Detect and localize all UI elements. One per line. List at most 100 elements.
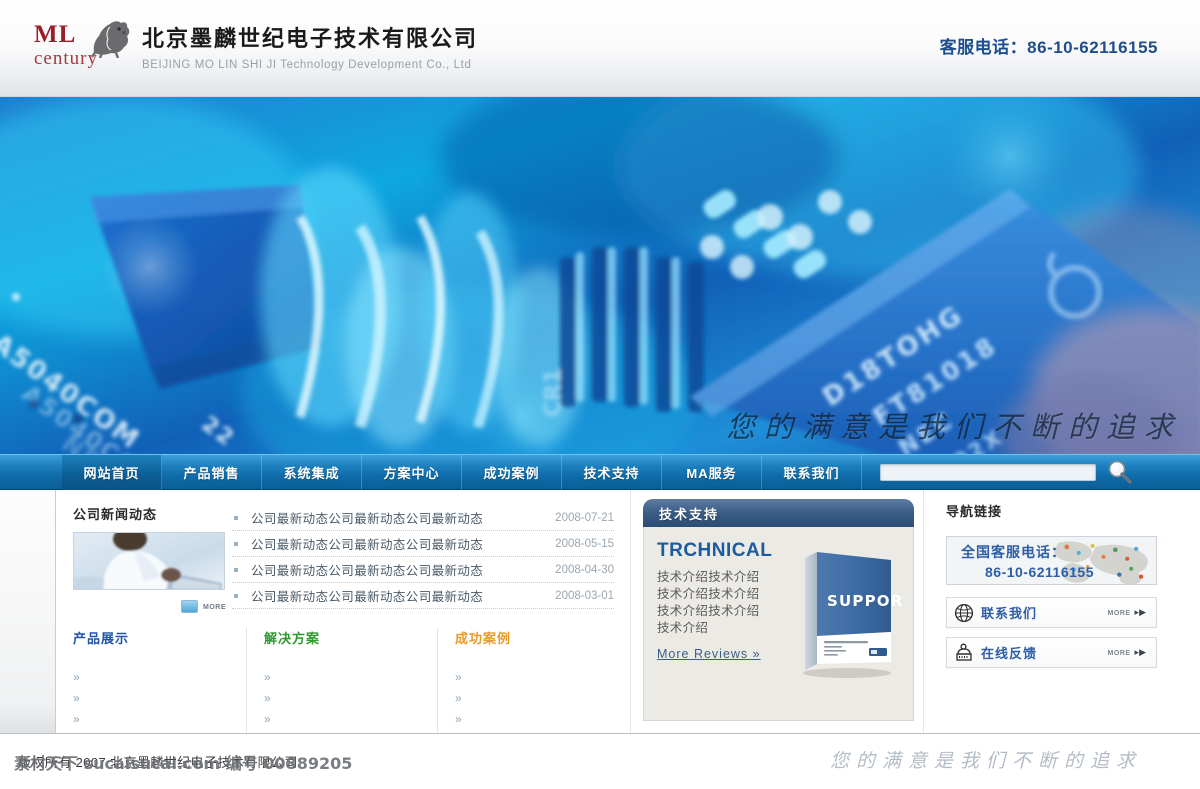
tech-support-header: 技术支持 bbox=[643, 499, 914, 527]
news-heading: 公司新闻动态 bbox=[73, 507, 158, 522]
search-input[interactable] bbox=[880, 464, 1096, 481]
sidebar-item-label: 在线反馈 bbox=[981, 646, 1038, 661]
hotline-label: 全国客服电话： bbox=[961, 543, 1066, 560]
globe-icon bbox=[947, 603, 981, 623]
column-link[interactable]: » bbox=[264, 667, 429, 688]
column-link[interactable]: » bbox=[73, 667, 238, 688]
news-column: 公司新闻动态 more 公司最新动态公司最新动态公司最新动态 2008-07-2… bbox=[56, 490, 631, 736]
sidebar-item-online-feedback[interactable]: 在线反馈 more ▸▶ bbox=[946, 637, 1157, 668]
sidebar-hotline-box: 全国客服电话： 86-10-62116155 bbox=[946, 536, 1157, 585]
bullet-icon bbox=[234, 515, 238, 520]
chevron-right-icon: ▸▶ bbox=[1134, 607, 1146, 617]
column-title: 产品展示 bbox=[73, 631, 130, 646]
column-title: 成功案例 bbox=[455, 631, 512, 646]
news-item-title: 公司最新动态公司最新动态公司最新动态 bbox=[251, 512, 484, 526]
company-name-cn: 北京墨麟世纪电子技术有限公司 bbox=[142, 26, 479, 51]
banner-slogan: 您的满意是我们不断的追求 bbox=[725, 412, 1182, 444]
nav-left-spacer bbox=[0, 455, 62, 490]
news-item-title: 公司最新动态公司最新动态公司最新动态 bbox=[251, 538, 484, 552]
column-link[interactable]: » bbox=[73, 688, 238, 709]
nav-label: 成功案例 bbox=[483, 466, 540, 481]
businessman-photo bbox=[74, 533, 224, 589]
sidebar-item-more: more bbox=[1107, 647, 1131, 658]
tech-text-block: TRCHNICAL 技术介绍技术介绍 技术介绍技术介绍 技术介绍技术介绍 技术介… bbox=[657, 540, 789, 680]
sidebar-item-more: more bbox=[1107, 607, 1131, 618]
news-item-date: 2008-04-30 bbox=[555, 563, 614, 576]
tech-desc-line: 技术介绍技术介绍 bbox=[657, 604, 760, 618]
column-link[interactable]: » bbox=[455, 688, 621, 709]
news-thumbnail[interactable] bbox=[73, 532, 225, 590]
nav-item-success-cases[interactable]: 成功案例 bbox=[462, 455, 562, 490]
category-columns: 产品展示 » » » 解决方案 » » » 成功案例 » » » bbox=[56, 628, 630, 736]
nav-item-solution-center[interactable]: 方案中心 bbox=[362, 455, 462, 490]
column-link[interactable]: » bbox=[73, 709, 238, 730]
column-link[interactable]: » bbox=[264, 688, 429, 709]
support-box-image: SUPPORT bbox=[803, 552, 913, 678]
header-service-phone: 客服电话：86-10-62116155 bbox=[939, 38, 1158, 57]
nav-item-contact-us[interactable]: 联系我们 bbox=[762, 455, 862, 490]
news-left-panel: 公司新闻动态 more bbox=[56, 504, 232, 613]
support-product-box: SUPPORT bbox=[791, 540, 913, 680]
company-name-en: BEIJING MO LIN SHI JI Technology Develop… bbox=[142, 59, 472, 72]
column-solutions: 解决方案 » » » bbox=[247, 628, 438, 736]
main-content: 公司新闻动态 more 公司最新动态公司最新动态公司最新动态 2008-07-2… bbox=[0, 490, 1200, 736]
bullet-icon bbox=[234, 567, 238, 572]
more-reviews-link[interactable]: More Reviews » bbox=[657, 647, 789, 661]
more-chip-icon bbox=[181, 600, 198, 613]
hero-banner: A5040COM A5040COM N8 22 bbox=[0, 97, 1200, 454]
nav-item-home[interactable]: 网站首页 bbox=[62, 455, 162, 490]
news-item[interactable]: 公司最新动态公司最新动态公司最新动态 2008-07-21 bbox=[232, 505, 614, 531]
column-link[interactable]: » bbox=[264, 709, 429, 730]
mailbox-icon bbox=[947, 643, 981, 663]
bullet-icon bbox=[234, 541, 238, 546]
news-item-date: 2008-03-01 bbox=[555, 589, 614, 602]
nav-item-system-integration[interactable]: 系统集成 bbox=[262, 455, 362, 490]
news-item-date: 2008-07-21 bbox=[555, 511, 614, 524]
site-logo[interactable]: ML century bbox=[34, 21, 134, 80]
column-success-cases: 成功案例 » » » bbox=[438, 628, 629, 736]
nav-label: MA服务 bbox=[686, 466, 737, 481]
tech-brand: TRCHNICAL bbox=[657, 540, 773, 561]
website-page: ML century 北京墨麟世纪电子技术有限公司 BEIJING MO LIN… bbox=[0, 0, 1200, 789]
tech-support-column: 技术支持 TRCHNICAL 技术介绍技术介绍 技术介绍技术介绍 技术介绍技术介… bbox=[631, 490, 924, 733]
site-header: ML century 北京墨麟世纪电子技术有限公司 BEIJING MO LIN… bbox=[0, 0, 1200, 97]
sidebar-column: 导航链接 全国客服电话： 86-10-62116155 联系我们 more ▸▶… bbox=[924, 490, 1200, 733]
footer-slogan: 您的满意是我们不断的追求 bbox=[829, 751, 1142, 772]
news-item[interactable]: 公司最新动态公司最新动态公司最新动态 2008-04-30 bbox=[232, 557, 614, 583]
nav-label: 系统集成 bbox=[283, 466, 340, 481]
news-more-label: more bbox=[203, 601, 226, 612]
nav-item-ma-service[interactable]: MA服务 bbox=[662, 455, 762, 490]
column-link[interactable]: » bbox=[455, 667, 621, 688]
tech-desc-line: 技术介绍技术介绍 bbox=[657, 587, 760, 601]
site-title-block: 北京墨麟世纪电子技术有限公司 BEIJING MO LIN SHI JI Tec… bbox=[142, 26, 478, 71]
nav-label: 联系我们 bbox=[783, 466, 840, 481]
column-products: 产品展示 » » » bbox=[56, 628, 247, 736]
news-item-title: 公司最新动态公司最新动态公司最新动态 bbox=[251, 590, 484, 604]
sidebar-item-label: 联系我们 bbox=[981, 606, 1038, 621]
lion-statue-icon bbox=[91, 21, 130, 58]
news-item[interactable]: 公司最新动态公司最新动态公司最新动态 2008-05-15 bbox=[232, 531, 614, 557]
nav-label: 网站首页 bbox=[83, 466, 140, 481]
news-item[interactable]: 公司最新动态公司最新动态公司最新动态 2008-03-01 bbox=[232, 583, 614, 609]
tech-desc-line: 技术介绍 bbox=[657, 621, 709, 635]
column-title: 解决方案 bbox=[264, 631, 321, 646]
news-list: 公司最新动态公司最新动态公司最新动态 2008-07-21 公司最新动态公司最新… bbox=[232, 504, 630, 613]
nav-item-product-sales[interactable]: 产品销售 bbox=[162, 455, 262, 490]
nav-item-tech-support[interactable]: 技术支持 bbox=[562, 455, 662, 490]
search-icon[interactable] bbox=[1106, 459, 1134, 487]
sidebar-item-contact-us[interactable]: 联系我们 more ▸▶ bbox=[946, 597, 1157, 628]
nav-label: 技术支持 bbox=[583, 466, 640, 481]
tech-desc-line: 技术介绍技术介绍 bbox=[657, 570, 760, 584]
site-footer: 版权所有 2007 北京墨麟世纪电子技术有限公司 素材天下 sucaisucai… bbox=[0, 733, 1200, 789]
tech-support-body: TRCHNICAL 技术介绍技术介绍 技术介绍技术介绍 技术介绍技术介绍 技术介… bbox=[643, 527, 914, 680]
news-more-button[interactable]: more bbox=[73, 600, 226, 613]
nav-label: 方案中心 bbox=[383, 466, 440, 481]
column-link[interactable]: » bbox=[455, 709, 621, 730]
left-gutter bbox=[0, 490, 56, 733]
nav-label: 产品销售 bbox=[183, 466, 240, 481]
stock-watermark: 素材天下 sucaisucai.com 编号 00889205 bbox=[14, 754, 353, 773]
main-navigation: 网站首页 产品销售 系统集成 方案中心 成功案例 技术支持 MA服务 联系我们 bbox=[0, 454, 1200, 490]
chevron-right-icon: ▸▶ bbox=[1134, 647, 1146, 657]
tech-support-card: 技术支持 TRCHNICAL 技术介绍技术介绍 技术介绍技术介绍 技术介绍技术介… bbox=[643, 499, 914, 721]
hotline-number: 86-10-62116155 bbox=[985, 563, 1094, 580]
